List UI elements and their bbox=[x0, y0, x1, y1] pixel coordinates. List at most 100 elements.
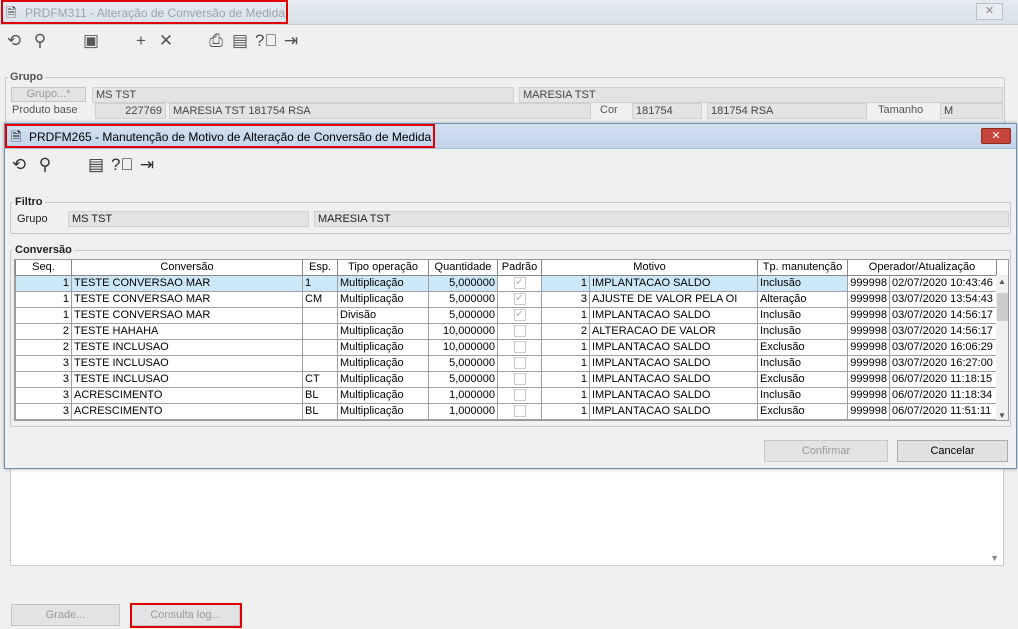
conversao-table: Seq. Conversão Esp. Tipo operação Quantidade… bbox=[15, 260, 542, 420]
padrao-checkbox[interactable] bbox=[513, 389, 526, 402]
scroll-down-icon[interactable]: ▼ bbox=[990, 553, 999, 563]
close-button[interactable]: ✕ bbox=[976, 3, 1003, 20]
padrao-checkbox[interactable] bbox=[513, 325, 526, 338]
table-row[interactable]: 1 IMPLANTACAO SALDO Inclusão 999998 06/07/20… bbox=[541, 386, 997, 404]
esp-cell: CT bbox=[302, 370, 338, 388]
atualizacao-cell: 06/07/2020 11:51:11 bbox=[889, 402, 997, 420]
table-row[interactable]: 1 TESTE CONVERSAO MAR Divisão 5,000000 ✓ bbox=[15, 306, 542, 324]
atualizacao-cell: 03/07/2020 16:06:29 bbox=[889, 338, 997, 356]
tipo-operacao-cell: Multiplicação bbox=[337, 386, 429, 404]
exit-icon[interactable]: ⇥ bbox=[137, 155, 157, 175]
cancelar-button[interactable]: Cancelar bbox=[897, 440, 1008, 462]
tipo-operacao-cell: Divisão bbox=[337, 306, 429, 324]
scroll-up-icon[interactable]: ▲ bbox=[998, 277, 1006, 286]
column-header[interactable]: Tipo operação bbox=[337, 260, 429, 276]
padrao-checkbox[interactable]: ✓ bbox=[513, 293, 526, 306]
table-row[interactable]: 1 IMPLANTACAO SALDO Exclusão 999998 06/07/20… bbox=[541, 370, 997, 388]
add-icon[interactable]: + bbox=[131, 31, 151, 51]
seq-cell: 2 bbox=[15, 338, 72, 356]
table-row[interactable]: 1 IMPLANTACAO SALDO Inclusão 999998 03/07/20… bbox=[541, 306, 997, 324]
tamanho-label: Tamanho bbox=[878, 104, 924, 116]
column-header[interactable]: Tp. manutenção bbox=[757, 260, 848, 276]
grid-scrollbar[interactable]: ▲ ▼ bbox=[996, 275, 1008, 420]
delete-icon[interactable]: ✕ bbox=[156, 31, 176, 51]
quantidade-cell: 5,000000 bbox=[428, 306, 498, 324]
padrao-checkbox[interactable]: ✓ bbox=[513, 277, 526, 290]
motivo-cell: IMPLANTACAO SALDO bbox=[589, 402, 758, 420]
table-row[interactable]: 1 IMPLANTACAO SALDO Inclusão 999998 02/07/20… bbox=[541, 274, 997, 292]
print-icon[interactable]: ⎙ bbox=[206, 31, 226, 51]
table-row[interactable]: 3 ACRESCIMENTO BL Multiplicação 1,000000 bbox=[15, 402, 542, 420]
grade-button[interactable]: Grade... bbox=[11, 604, 120, 626]
outer-toolbar: ⟲ ⚲ ▣ + ✕ ⎙ ▤ ?⃝ ⇥ bbox=[0, 28, 1018, 56]
operador-cell: 999998 bbox=[847, 386, 890, 404]
padrao-cell: ✓ bbox=[497, 290, 542, 308]
exit-icon[interactable]: ⇥ bbox=[281, 31, 301, 51]
conversao-grid: Seq. Conversão Esp. Tipo operação Quantidade… bbox=[14, 259, 1009, 421]
column-header[interactable]: Quantidade bbox=[428, 260, 498, 276]
produto-name-field[interactable]: MARESIA TST 181754 RSA bbox=[169, 103, 591, 119]
help-icon[interactable]: ?⃝ bbox=[111, 155, 133, 175]
modal-title-bar: 🗎 PRDFM265 - Manutenção de Motivo de Alt… bbox=[5, 124, 1016, 149]
table-row[interactable]: 2 TESTE HAHAHA Multiplicação 10,000000 bbox=[15, 322, 542, 340]
column-header[interactable]: Seq. bbox=[15, 260, 72, 276]
grupo-name-field[interactable]: MARESIA TST bbox=[519, 87, 1003, 103]
quantidade-cell: 10,000000 bbox=[428, 322, 498, 340]
cor-label: Cor bbox=[600, 104, 618, 116]
grupo-code-field[interactable]: MS TST bbox=[92, 87, 514, 103]
table-row[interactable]: 3 TESTE INCLUSAO CT Multiplicação 5,000000 bbox=[15, 370, 542, 388]
conversao-cell: TESTE CONVERSAO MAR bbox=[71, 306, 303, 324]
filtro-grupo-name[interactable]: MARESIA TST bbox=[314, 211, 1009, 227]
conversao-cell: TESTE INCLUSAO bbox=[71, 338, 303, 356]
column-header[interactable]: Conversão bbox=[71, 260, 303, 276]
table-row[interactable]: 3 AJUSTE DE VALOR PELA OI Alteração 999998 0… bbox=[541, 290, 997, 308]
quantidade-cell: 5,000000 bbox=[428, 354, 498, 372]
column-header[interactable]: Operador/Atualização bbox=[847, 260, 997, 276]
motivo-cell: IMPLANTACAO SALDO bbox=[589, 306, 758, 324]
esp-cell: 1 bbox=[302, 274, 338, 292]
grupo-button[interactable]: Grupo...* bbox=[11, 87, 86, 102]
table-row[interactable]: 1 TESTE CONVERSAO MAR CM Multiplicação 5,000… bbox=[15, 290, 542, 308]
column-header[interactable]: Padrão bbox=[497, 260, 542, 276]
table-row[interactable]: 1 IMPLANTACAO SALDO Exclusão 999998 03/07/20… bbox=[541, 338, 997, 356]
produto-code-field[interactable]: 227769 bbox=[95, 103, 166, 119]
padrao-checkbox[interactable] bbox=[513, 373, 526, 386]
save-icon[interactable]: ▣ bbox=[81, 31, 101, 51]
filtro-grupo-code[interactable]: MS TST bbox=[68, 211, 309, 227]
padrao-checkbox[interactable] bbox=[513, 405, 526, 418]
tp-manutencao-cell: Inclusão bbox=[757, 274, 848, 292]
undo-icon[interactable]: ⟲ bbox=[9, 155, 29, 175]
motivo-code-cell: 1 bbox=[541, 370, 590, 388]
calendar-icon[interactable]: ▤ bbox=[230, 31, 250, 51]
cor-code-field[interactable]: 181754 bbox=[632, 103, 702, 119]
table-row[interactable]: 1 IMPLANTACAO SALDO Exclusão 999998 06/07/20… bbox=[541, 402, 997, 420]
table-row[interactable]: 3 TESTE INCLUSAO Multiplicação 5,000000 bbox=[15, 354, 542, 372]
motivo-cell: AJUSTE DE VALOR PELA OI bbox=[589, 290, 758, 308]
tamanho-field[interactable]: M bbox=[940, 103, 1003, 119]
padrao-checkbox[interactable] bbox=[513, 357, 526, 370]
column-header[interactable]: Motivo bbox=[541, 260, 758, 276]
table-row[interactable]: 1 IMPLANTACAO SALDO Inclusão 999998 03/07/20… bbox=[541, 354, 997, 372]
help-icon[interactable]: ?⃝ bbox=[255, 31, 277, 51]
modal-close-button[interactable]: ✕ bbox=[981, 128, 1011, 144]
search-icon[interactable]: ⚲ bbox=[30, 31, 50, 51]
table-row[interactable]: 2 TESTE INCLUSAO Multiplicação 10,000000 bbox=[15, 338, 542, 356]
conversao-cell: TESTE INCLUSAO bbox=[71, 370, 303, 388]
calendar-icon[interactable]: ▤ bbox=[86, 155, 106, 175]
confirmar-button[interactable]: Confirmar bbox=[764, 440, 888, 462]
quantidade-cell: 5,000000 bbox=[428, 274, 498, 292]
table-row[interactable]: 2 ALTERACAO DE VALOR Inclusão 999998 03/07/2… bbox=[541, 322, 997, 340]
scroll-thumb[interactable] bbox=[997, 293, 1008, 321]
conversao-cell: ACRESCIMENTO bbox=[71, 386, 303, 404]
scroll-down-icon[interactable]: ▼ bbox=[998, 411, 1006, 420]
undo-icon[interactable]: ⟲ bbox=[4, 31, 24, 51]
cor-name-field[interactable]: 181754 RSA bbox=[707, 103, 867, 119]
table-row[interactable]: 3 ACRESCIMENTO BL Multiplicação 1,000000 bbox=[15, 386, 542, 404]
search-icon[interactable]: ⚲ bbox=[35, 155, 55, 175]
column-header[interactable]: Esp. bbox=[302, 260, 338, 276]
padrao-checkbox[interactable] bbox=[513, 341, 526, 354]
padrao-checkbox[interactable]: ✓ bbox=[513, 309, 526, 322]
seq-cell: 2 bbox=[15, 322, 72, 340]
table-row[interactable]: 1 TESTE CONVERSAO MAR 1 Multiplicação 5,0000… bbox=[15, 274, 542, 292]
padrao-cell bbox=[497, 338, 542, 356]
